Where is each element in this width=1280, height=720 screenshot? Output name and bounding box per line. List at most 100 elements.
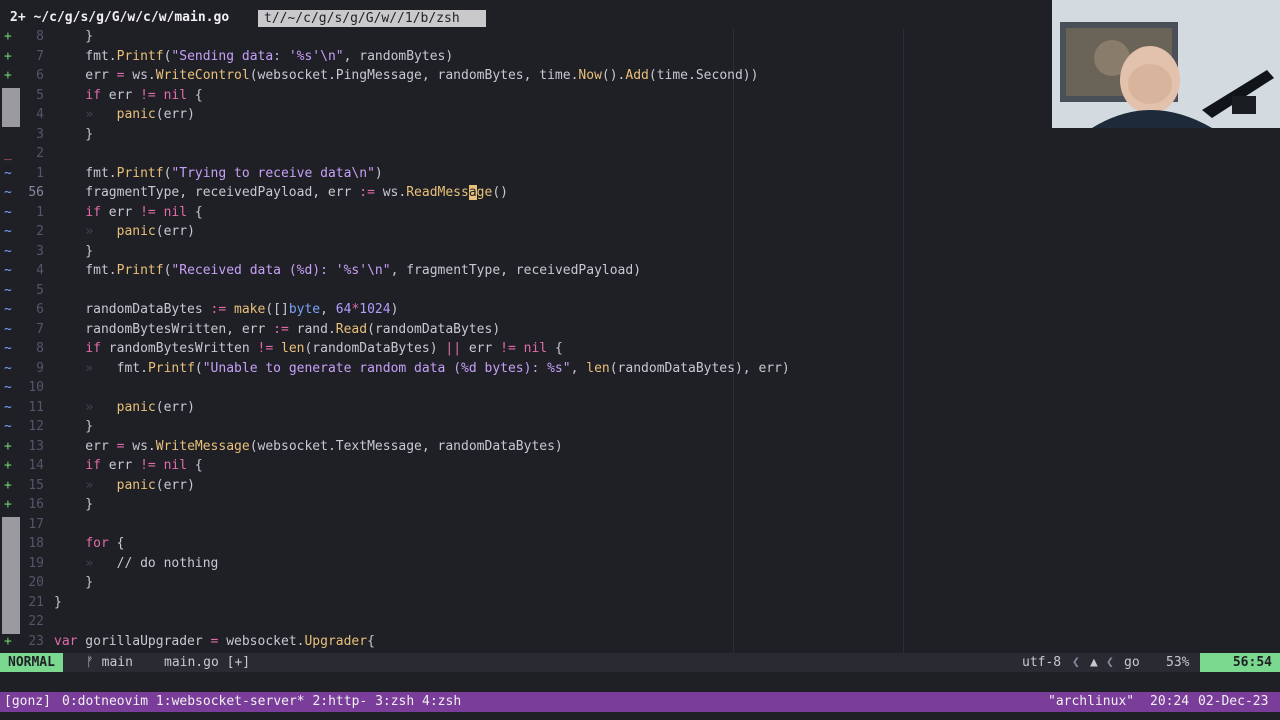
code-token: (err) xyxy=(155,224,195,239)
line-number: 5 xyxy=(36,282,44,298)
code-token: != xyxy=(140,87,156,103)
git-modify-marker: ~ xyxy=(4,419,12,434)
line-number: 22 xyxy=(28,614,44,629)
code-line[interactable]: +13 err = ws.WriteMessage(websocket.Text… xyxy=(0,439,1280,459)
code-token: randomBytesWritten, err xyxy=(54,321,274,337)
code-token: (). xyxy=(601,68,626,83)
code-text: » panic(err) xyxy=(54,107,195,122)
code-line[interactable]: ~6 randomDataBytes := make([]byte, 64*10… xyxy=(0,302,1280,322)
code-text: for { xyxy=(54,536,124,551)
code-text: » panic(err) xyxy=(54,400,195,415)
code-line[interactable]: ~7 randomBytesWritten, err := rand.Read(… xyxy=(0,322,1280,342)
code-line[interactable]: 18 for { xyxy=(0,536,1280,556)
code-token: "Unable to generate random data (%d byte… xyxy=(202,360,571,376)
code-line[interactable]: ~12 } xyxy=(0,419,1280,439)
code-token: Printf xyxy=(147,360,195,376)
line-number: 21 xyxy=(28,594,44,610)
line-number: 18 xyxy=(28,536,44,551)
code-token: fragmentType, receivedPayload, err xyxy=(54,185,360,200)
code-line[interactable]: 17 xyxy=(0,516,1280,536)
git-add-marker: + xyxy=(4,633,12,649)
line-number: 13 xyxy=(28,438,44,454)
separator-icon: ❮ xyxy=(1072,655,1080,670)
line-number: 19 xyxy=(28,555,44,571)
code-token: != xyxy=(140,458,156,473)
code-token: err xyxy=(54,438,117,454)
code-text: } xyxy=(54,127,93,142)
code-line[interactable]: 22 xyxy=(0,614,1280,634)
code-text: if randomBytesWritten != len(randomDataB… xyxy=(54,341,562,356)
code-line[interactable]: ~1 if err != nil { xyxy=(0,205,1280,225)
code-line[interactable]: 3 } xyxy=(0,127,1280,147)
code-token: if xyxy=(85,87,101,103)
code-text: fmt.Printf("Sending data: '%s'\n", rando… xyxy=(54,49,453,64)
code-line[interactable]: 19 » // do nothing xyxy=(0,555,1280,575)
code-token: () xyxy=(492,185,508,200)
code-token: { xyxy=(108,536,125,551)
code-token: WriteControl xyxy=(155,68,250,83)
tmux-window-list[interactable]: 0:dotneovim 1:websocket-server* 2:http- … xyxy=(62,692,461,712)
line-number: 17 xyxy=(28,516,44,532)
code-token: Printf xyxy=(116,48,164,64)
code-token: , randomBytes) xyxy=(343,48,454,64)
code-line[interactable]: ~1 fmt.Printf("Trying to receive data\n"… xyxy=(0,166,1280,186)
code-token: if xyxy=(85,204,101,220)
code-token: fmt. xyxy=(54,165,117,181)
tab-main-go[interactable]: 2+ ~/c/g/s/g/G/w/c/w/main.go xyxy=(10,10,229,25)
line-number: 20 xyxy=(28,575,44,590)
git-modify-marker: ~ xyxy=(4,204,12,220)
code-token: nil xyxy=(163,204,188,220)
code-line[interactable]: _ 2 xyxy=(0,146,1280,166)
code-text: if err != nil { xyxy=(54,87,202,103)
code-text: fmt.Printf("Trying to receive data\n") xyxy=(54,165,382,181)
code-line[interactable]: ~2 » panic(err) xyxy=(0,224,1280,244)
code-line[interactable]: ~4 fmt.Printf("Received data (%d): '%s'\… xyxy=(0,263,1280,283)
code-token: fmt. xyxy=(54,48,117,64)
code-line[interactable]: +15 » panic(err) xyxy=(0,478,1280,498)
code-token: } xyxy=(54,497,94,512)
line-number: 6 xyxy=(36,68,44,83)
code-line[interactable]: ~11 » panic(err) xyxy=(0,400,1280,420)
code-line[interactable]: ~5 xyxy=(0,283,1280,303)
code-token: ws. xyxy=(124,68,156,83)
code-text: » fmt.Printf("Unable to generate random … xyxy=(54,360,789,376)
tmux-session: [gonz] xyxy=(4,694,51,709)
code-line[interactable]: ~8 if randomBytesWritten != len(randomDa… xyxy=(0,341,1280,361)
code-line[interactable]: 20 } xyxy=(0,575,1280,595)
code-line[interactable]: +23 var gorillaUpgrader = websocket.Upgra… xyxy=(0,634,1280,654)
line-number: 10 xyxy=(28,380,44,395)
code-token: ) xyxy=(390,302,399,317)
code-token: nil xyxy=(163,458,188,473)
code-token: ( xyxy=(194,360,203,376)
code-text: err = ws.WriteControl(websocket.PingMess… xyxy=(54,68,758,83)
line-number: 1 xyxy=(36,165,44,181)
code-line[interactable]: ~9 » fmt.Printf("Unable to generate rand… xyxy=(0,361,1280,381)
code-token: Upgrader xyxy=(304,633,368,649)
code-token: "Sending data: '%s'\n" xyxy=(171,48,344,64)
line-number: 14 xyxy=(28,458,44,473)
code-token: panic xyxy=(116,477,156,493)
code-line[interactable]: +16 } xyxy=(0,497,1280,517)
tmux-hostname: "archlinux" xyxy=(1048,694,1135,709)
code-line[interactable]: ~56 fragmentType, receivedPayload, err :… xyxy=(0,185,1280,205)
code-token: » xyxy=(85,477,117,493)
code-token: ([] xyxy=(265,302,289,317)
git-branch: ᚠ main xyxy=(86,655,133,670)
code-line[interactable]: 21} xyxy=(0,594,1280,614)
arch-icon: ▲ xyxy=(1090,655,1098,670)
code-token: » xyxy=(85,555,117,571)
code-line[interactable]: ~3 } xyxy=(0,244,1280,264)
git-modify-marker: ~ xyxy=(4,263,12,278)
git-modify-marker: ~ xyxy=(4,282,12,298)
code-token: » xyxy=(85,399,117,415)
code-line[interactable]: +14 if err != nil { xyxy=(0,458,1280,478)
code-token: if xyxy=(85,341,101,356)
code-line[interactable]: ~10 xyxy=(0,380,1280,400)
tab-zsh[interactable]: t//~/c/g/s/g/G/w//1/b/zsh xyxy=(258,10,486,27)
code-text: fragmentType, receivedPayload, err := ws… xyxy=(54,185,508,200)
code-token: randomBytesWritten xyxy=(100,341,258,356)
